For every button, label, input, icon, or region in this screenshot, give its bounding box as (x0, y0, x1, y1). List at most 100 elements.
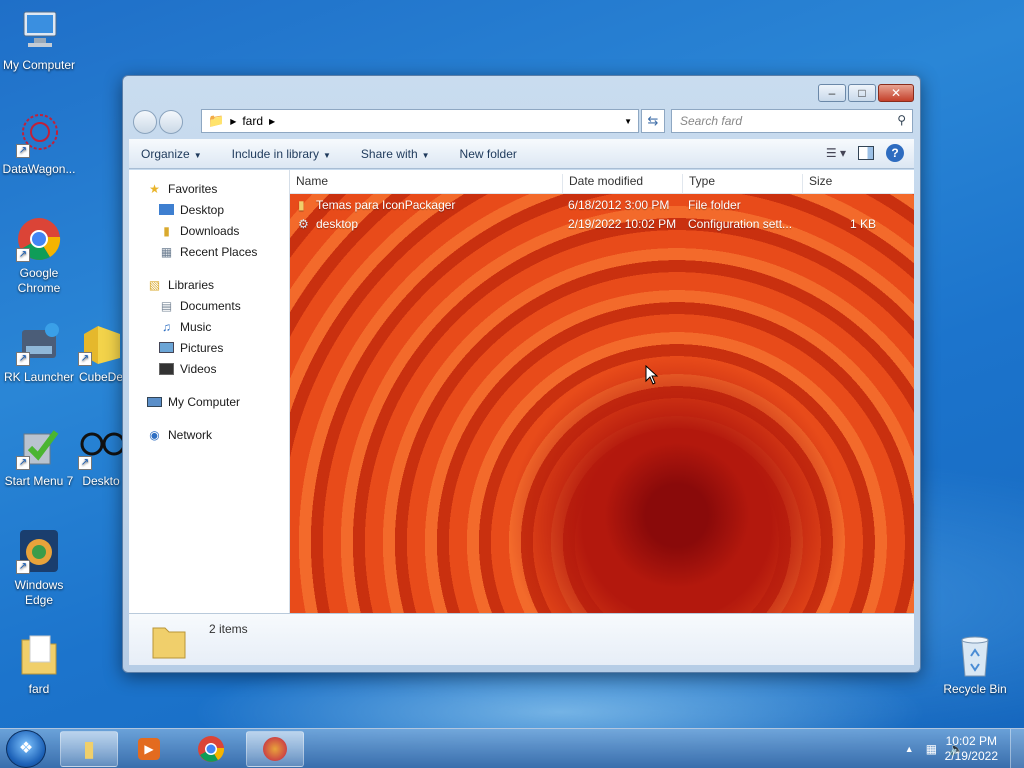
taskbar-windows-edge-button[interactable] (246, 731, 304, 767)
preview-pane-icon[interactable] (858, 146, 874, 160)
search-placeholder: Search fard (680, 114, 743, 128)
clock-date: 2/19/2022 (944, 749, 998, 763)
nav-my-computer-label: My Computer (168, 394, 241, 409)
nav-recent-places-label: Recent Places (180, 244, 258, 259)
datawagon-icon: ↗ (16, 112, 62, 158)
nav-pictures-label: Pictures (180, 340, 224, 355)
maximize-button[interactable]: □ (848, 84, 876, 102)
desktop-icon-label: Recycle Bin (943, 682, 1007, 696)
desktop-icon-google-chrome[interactable]: ↗ Google Chrome (0, 216, 78, 296)
window-controls: – □ ✕ (818, 84, 914, 102)
table-row[interactable]: ▮ Temas para IconPackager 6/18/2012 3:00… (290, 196, 914, 215)
organize-button[interactable]: Organize ▼ (141, 147, 202, 161)
folder-icon: ▮ (82, 736, 96, 761)
change-view-icon[interactable]: ☰ ▾ (826, 146, 846, 160)
shortcut-arrow-icon: ↗ (16, 560, 30, 574)
column-header-type[interactable]: Type (682, 174, 802, 194)
nav-videos[interactable]: Videos (129, 358, 289, 379)
address-dropdown-icon[interactable]: ▼ (624, 117, 632, 126)
include-in-library-label: Include in library (231, 146, 319, 161)
new-folder-button[interactable]: New folder (460, 147, 517, 161)
refresh-button[interactable]: ⇆ (641, 109, 665, 133)
chevron-down-icon: ▼ (421, 150, 430, 160)
column-header-name[interactable]: Name (290, 174, 562, 194)
computer-icon (16, 8, 62, 54)
column-header-date-modified[interactable]: Date modified (562, 174, 682, 194)
pictures-icon (159, 342, 174, 353)
show-hidden-icons-button[interactable]: ▲ (905, 744, 914, 754)
nav-recent-places[interactable]: ▦ Recent Places (129, 241, 289, 262)
forward-button[interactable] (159, 110, 183, 134)
nav-libraries[interactable]: ▧ Libraries (129, 274, 289, 295)
nav-my-computer[interactable]: My Computer (129, 391, 289, 412)
breadcrumb-separator-icon: ▶ (230, 116, 237, 126)
desktop-icon-windows-edge[interactable]: ↗ Windows Edge (0, 528, 78, 608)
search-input[interactable]: Search fard ⚲ (671, 109, 913, 133)
desktop-icon (159, 204, 174, 215)
show-desktop-button[interactable] (1010, 729, 1024, 768)
column-header-size[interactable]: Size (802, 174, 882, 194)
file-date: 6/18/2012 3:00 PM (568, 198, 670, 212)
start-button[interactable]: ❖ (6, 730, 46, 768)
file-name: Temas para IconPackager (316, 198, 456, 212)
help-icon[interactable]: ? (886, 144, 904, 162)
address-bar[interactable]: 📁 ▶ fard ▶ ▼ (201, 109, 639, 133)
table-row[interactable]: ⚙ desktop 2/19/2022 10:02 PM Configurati… (290, 215, 914, 234)
network-icon[interactable]: ▦ (926, 742, 937, 756)
nav-downloads-label: Downloads (180, 223, 240, 238)
desktop-icon-cubedesktop[interactable]: ↗ CubeDe (78, 320, 124, 385)
desktop-icon-label: Google Chrome (17, 266, 61, 295)
breadcrumb-fard[interactable]: fard (242, 114, 263, 128)
folder-icon: 📁 (208, 113, 225, 128)
nav-network[interactable]: ◉ Network (129, 424, 289, 445)
share-with-button[interactable]: Share with ▼ (361, 147, 430, 161)
include-in-library-button[interactable]: Include in library ▼ (232, 147, 331, 161)
clock[interactable]: 10:02 PM 2/19/2022 (945, 734, 998, 764)
taskbar-explorer-button[interactable]: ▮ (60, 731, 118, 767)
desktop-icon-start-menu-7[interactable]: ↗ Start Menu 7 (0, 424, 78, 489)
recycle-bin-icon (952, 632, 998, 678)
libraries-icon: ▧ (148, 277, 161, 292)
shortcut-arrow-icon: ↗ (78, 352, 92, 366)
desktop-icon-rk-launcher[interactable]: ↗ RK Launcher (0, 320, 78, 385)
folder-icon (16, 632, 62, 678)
nav-favorites-label: Favorites (168, 181, 218, 196)
file-type: Configuration sett... (688, 217, 793, 231)
shortcut-arrow-icon: ↗ (16, 144, 30, 158)
desktop-icon-my-computer[interactable]: My Computer (0, 8, 78, 73)
navigation-bar: 📁 ▶ fard ▶ ▼ ⇆ Search fard ⚲ (131, 108, 913, 134)
nav-documents[interactable]: ▤ Documents (129, 295, 289, 316)
nav-music[interactable]: ♫ Music (129, 316, 289, 337)
desktop-icon-label: My Computer (2, 58, 76, 72)
cube-icon: ↗ (78, 320, 124, 366)
shortcut-arrow-icon: ↗ (16, 248, 30, 262)
back-button[interactable] (133, 110, 157, 134)
close-button[interactable]: ✕ (878, 84, 914, 102)
details-pane: 2 items (129, 613, 914, 665)
desktop-icon-recycle-bin[interactable]: Recycle Bin (936, 632, 1014, 697)
documents-icon: ▤ (160, 298, 173, 313)
clock-time: 10:02 PM (945, 734, 997, 748)
folder-icon (152, 627, 186, 659)
network-icon: ◉ (149, 427, 160, 442)
search-icon[interactable]: ⚲ (897, 113, 906, 127)
folder-icon: ▮ (298, 198, 305, 212)
shortcut-arrow-icon: ↗ (16, 352, 30, 366)
nav-libraries-label: Libraries (168, 277, 215, 292)
shortcut-arrow-icon: ↗ (78, 456, 92, 470)
desktop-icon-datawagon[interactable]: ↗ DataWagon... (0, 112, 78, 177)
nav-desktop[interactable]: Desktop (129, 199, 289, 220)
chrome-icon: ↗ (16, 216, 62, 262)
desktop-icon-desktop[interactable]: ↗ Deskto (78, 424, 124, 489)
file-size: 1 KB (850, 217, 877, 231)
config-file-icon: ⚙ (298, 217, 309, 231)
nav-downloads[interactable]: ▮ Downloads (129, 220, 289, 241)
taskbar-chrome-button[interactable] (182, 731, 240, 767)
nav-favorites[interactable]: ★ Favorites (129, 178, 289, 199)
nav-pictures[interactable]: Pictures (129, 337, 289, 358)
recent-places-icon: ▦ (160, 244, 173, 259)
minimize-button[interactable]: – (818, 84, 846, 102)
videos-icon (159, 362, 174, 375)
desktop-icon-fard-folder[interactable]: fard (0, 632, 78, 697)
taskbar-media-player-button[interactable]: ▶ (120, 731, 178, 767)
